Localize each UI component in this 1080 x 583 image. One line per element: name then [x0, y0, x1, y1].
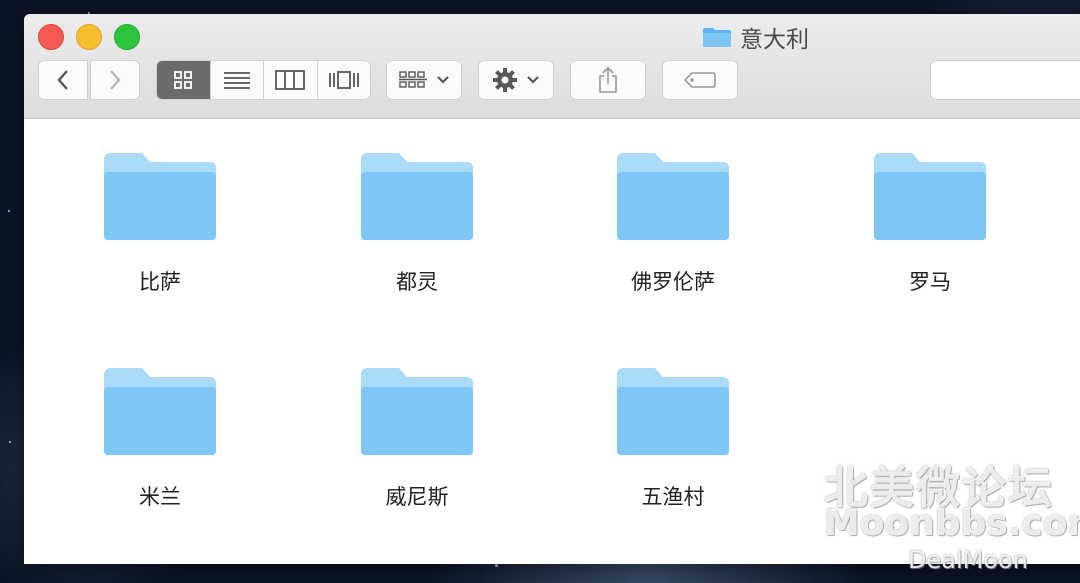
star: [495, 563, 499, 567]
list-view-button[interactable]: [209, 61, 264, 99]
icon-view-button[interactable]: [157, 61, 210, 99]
column-view-button[interactable]: [263, 61, 317, 99]
folder-icon: [874, 153, 986, 240]
chevron-left-icon: [57, 70, 68, 90]
share-icon: [599, 66, 617, 93]
folder-label: 五渔村: [641, 485, 705, 509]
toolbar: 意大利: [24, 14, 1080, 119]
share-button[interactable]: [570, 60, 646, 100]
folder-item[interactable]: 佛罗伦萨: [583, 150, 763, 296]
folder-item[interactable]: 都灵: [327, 150, 507, 296]
minimize-button[interactable]: [76, 24, 102, 50]
back-button[interactable]: [38, 60, 88, 100]
folder-icon: [617, 153, 729, 240]
columns-icon: [275, 70, 306, 90]
cover-flow-view-button[interactable]: [316, 61, 371, 99]
folder-label: 威尼斯: [385, 485, 449, 509]
folder-icon: [361, 368, 473, 455]
search-input[interactable]: [930, 60, 1080, 100]
gear-icon: [493, 68, 517, 92]
zoom-button[interactable]: [114, 24, 140, 50]
folder-item[interactable]: 五渔村: [583, 365, 763, 511]
chevron-down-icon: [437, 76, 449, 84]
folder-item[interactable]: 比萨: [70, 150, 250, 296]
group-icon: [399, 71, 427, 88]
tag-icon: [683, 72, 716, 88]
window-title: 意大利: [702, 22, 809, 53]
group-by-button[interactable]: [386, 60, 462, 100]
folder-icon: [104, 368, 216, 455]
grid-icon: [174, 71, 193, 89]
folder-icon: [361, 153, 473, 240]
folder-icon: [617, 368, 729, 455]
folder-item[interactable]: 米兰: [70, 365, 250, 511]
window-title-text: 意大利: [740, 27, 809, 53]
folder-item[interactable]: 威尼斯: [327, 365, 507, 511]
close-button[interactable]: [38, 24, 64, 50]
folder-label: 比萨: [139, 270, 181, 294]
watermark-text: DealMoon: [908, 546, 1028, 574]
star: [9, 440, 12, 443]
view-mode-control: [156, 60, 371, 100]
folder-label: 佛罗伦萨: [631, 270, 715, 294]
action-button[interactable]: [478, 60, 554, 100]
folder-icon: [703, 28, 731, 47]
watermark-text: Moonbbs.com: [824, 503, 1080, 544]
cover-flow-icon: [328, 71, 359, 89]
tag-button[interactable]: [662, 60, 738, 100]
folder-label: 都灵: [396, 270, 438, 294]
folder-label: 米兰: [139, 485, 181, 509]
chevron-right-icon: [110, 70, 121, 90]
folder-label: 罗马: [909, 270, 951, 294]
folder-item[interactable]: 罗马: [840, 150, 1020, 296]
folder-icon: [104, 153, 216, 240]
forward-button[interactable]: [90, 60, 140, 100]
list-icon: [223, 72, 250, 89]
chevron-down-icon: [527, 76, 539, 84]
star: [7, 209, 10, 212]
